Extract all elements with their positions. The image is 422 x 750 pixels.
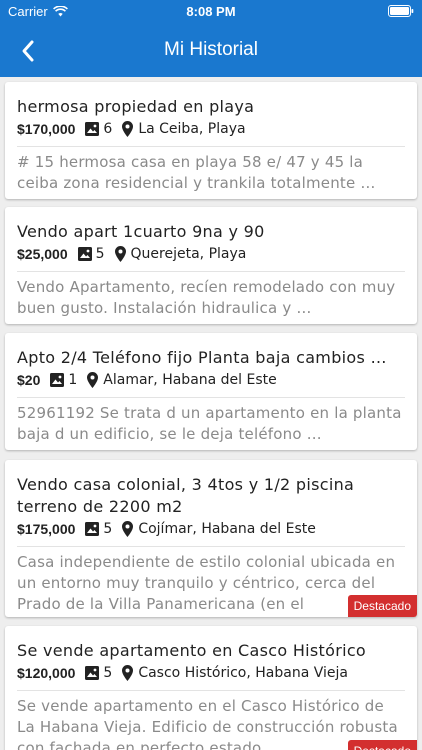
location-pin-icon <box>114 246 126 262</box>
photo-icon <box>77 247 92 261</box>
listing-location: Alamar, Habana del Este <box>103 372 277 388</box>
location-pin-icon <box>122 665 134 681</box>
listing-location: Casco Histórico, Habana Vieja <box>138 665 348 681</box>
listing-card[interactable]: Vendo casa colonial, 3 4tos y 1/2 piscin… <box>5 460 417 617</box>
listing-location: Cojímar, Habana del Este <box>138 521 316 537</box>
history-list[interactable]: hermosa propiedad en playa $170,000 6 La… <box>0 77 422 750</box>
listing-location: La Ceiba, Playa <box>138 121 246 137</box>
status-bar: Carrier 8:08 PM <box>0 0 422 24</box>
listing-title: Vendo apart 1cuarto 9na y 90 <box>17 222 265 241</box>
listing-meta: $170,000 6 La Ceiba, Playa <box>17 119 405 139</box>
listing-meta: $120,000 5 Casco Histórico, Habana Vieja <box>17 663 405 683</box>
divider <box>17 271 405 272</box>
photo-icon <box>85 122 100 136</box>
listing-description: Casa independiente de estilo colonial ub… <box>17 553 396 613</box>
listing-title: Apto 2/4 Teléfono fijo Planta baja cambi… <box>17 348 387 367</box>
photo-count: 6 <box>103 121 113 137</box>
divider <box>17 546 405 547</box>
listing-title: Vendo casa colonial, 3 4tos y 1/2 piscin… <box>17 475 355 516</box>
listing-title: Se vende apartamento en Casco Histórico <box>17 641 367 660</box>
listing-card[interactable]: Vendo apart 1cuarto 9na y 90 $25,000 5 Q… <box>5 207 417 324</box>
photo-count: 1 <box>68 372 78 388</box>
divider <box>17 146 405 147</box>
listing-description: # 15 hermosa casa en playa 58 e/ 47 y 45… <box>17 153 376 192</box>
location-pin-icon <box>122 521 134 537</box>
listing-price: $25,000 <box>17 246 68 262</box>
listing-meta: $25,000 5 Querejeta, Playa <box>17 244 405 264</box>
photo-icon <box>85 522 100 536</box>
listing-price: $170,000 <box>17 121 76 137</box>
listing-meta: $20 1 Alamar, Habana del Este <box>17 370 405 390</box>
battery-icon <box>388 5 414 17</box>
listing-price: $120,000 <box>17 665 76 681</box>
listing-title: hermosa propiedad en playa <box>17 97 255 116</box>
listing-card[interactable]: hermosa propiedad en playa $170,000 6 La… <box>5 82 417 199</box>
location-pin-icon <box>122 121 134 137</box>
page-title: Mi Historial <box>164 39 258 60</box>
listing-card[interactable]: Se vende apartamento en Casco Histórico … <box>5 626 417 750</box>
listing-location: Querejeta, Playa <box>130 246 247 262</box>
photo-count: 5 <box>103 521 113 537</box>
photo-count: 5 <box>95 246 105 262</box>
location-pin-icon <box>87 372 99 388</box>
nav-bar: Mi Historial <box>0 24 422 77</box>
app-header: Carrier 8:08 PM Mi Historial <box>0 0 422 77</box>
listing-price: $175,000 <box>17 521 76 537</box>
photo-icon <box>85 666 100 680</box>
photo-icon <box>50 373 65 387</box>
photo-count: 5 <box>103 665 113 681</box>
listing-price: $20 <box>17 372 41 388</box>
status-time: 8:08 PM <box>186 4 236 19</box>
listing-meta: $175,000 5 Cojímar, Habana del Este <box>17 519 405 539</box>
featured-badge: Destacado <box>347 740 417 750</box>
divider <box>17 690 405 691</box>
listing-description: Vendo Apartamento, recíen remodelado con… <box>17 278 396 317</box>
listing-description: 52961192 Se trata d un apartamento en la… <box>17 404 402 443</box>
featured-badge: Destacado <box>347 595 417 617</box>
listing-description: Se vende apartamento en el Casco Históri… <box>17 697 398 750</box>
listing-card[interactable]: Apto 2/4 Teléfono fijo Planta baja cambi… <box>5 333 417 450</box>
divider <box>17 397 405 398</box>
